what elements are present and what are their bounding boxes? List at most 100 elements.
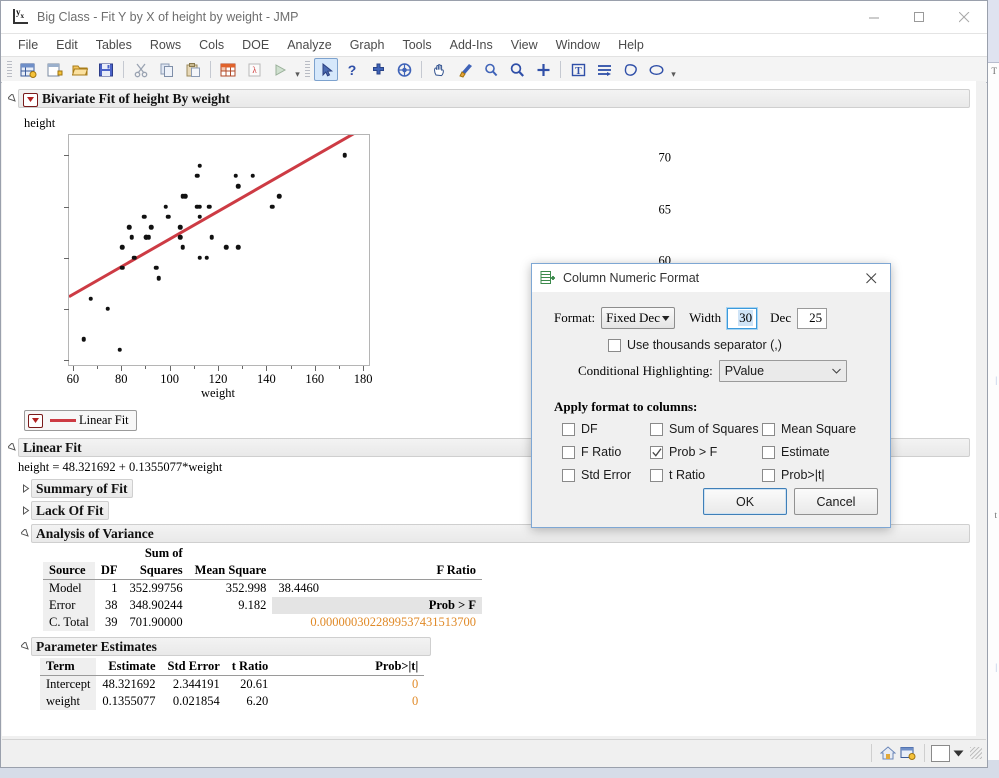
- toolbar-grip[interactable]: [7, 61, 12, 78]
- menu-tables[interactable]: Tables: [87, 36, 141, 54]
- data-point[interactable]: [182, 194, 188, 199]
- disclosure-triangle-closed-icon[interactable]: [20, 506, 31, 515]
- dec-input[interactable]: 25: [797, 307, 828, 329]
- estimate-checkbox[interactable]: [762, 445, 775, 459]
- legend-red-triangle-icon[interactable]: [28, 413, 43, 428]
- maximize-button[interactable]: [897, 1, 942, 33]
- data-point[interactable]: [194, 173, 200, 179]
- checkbox-prob-f[interactable]: Prob > F: [650, 445, 762, 459]
- menu-tools[interactable]: Tools: [393, 36, 440, 54]
- checkbox-f-ratio[interactable]: F Ratio: [562, 445, 650, 459]
- checkbox-mean-square[interactable]: Mean Square: [762, 422, 890, 436]
- menu-file[interactable]: File: [9, 36, 47, 54]
- data-point[interactable]: [178, 234, 183, 240]
- checkbox-std-error[interactable]: Std Error: [562, 468, 650, 482]
- minimize-button[interactable]: [852, 1, 897, 33]
- data-point[interactable]: [207, 204, 212, 209]
- toolbar-overflow-icon-2[interactable]: ▾: [669, 59, 678, 80]
- outline-bivariate-fit[interactable]: Bivariate Fit of height By weight: [7, 89, 970, 108]
- menu-analyze[interactable]: Analyze: [278, 36, 340, 54]
- cancel-button[interactable]: Cancel: [794, 488, 878, 515]
- checkbox-t-ratio[interactable]: t Ratio: [650, 468, 762, 482]
- std-error-checkbox[interactable]: [562, 468, 575, 482]
- disclosure-triangle-closed-icon[interactable]: [20, 484, 31, 493]
- data-point[interactable]: [119, 265, 125, 271]
- data-point[interactable]: [119, 245, 125, 250]
- data-point[interactable]: [197, 255, 202, 260]
- df-checkbox[interactable]: [562, 422, 575, 436]
- red-triangle-menu-icon[interactable]: [23, 92, 38, 107]
- outline-parameter-estimates[interactable]: Parameter Estimates: [20, 637, 970, 656]
- data-point[interactable]: [233, 173, 239, 179]
- data-point[interactable]: [236, 183, 241, 189]
- data-point[interactable]: [163, 204, 169, 209]
- linear-fit-legend[interactable]: Linear Fit: [24, 410, 137, 431]
- new-data-table-icon[interactable]: [16, 58, 40, 81]
- paste-icon[interactable]: [181, 58, 205, 81]
- close-icon[interactable]: [852, 264, 890, 292]
- disclosure-triangle-open-icon[interactable]: [7, 443, 18, 452]
- disclosure-triangle-open-icon[interactable]: [20, 529, 31, 538]
- data-point[interactable]: [105, 306, 110, 312]
- plot-area[interactable]: [64, 134, 370, 366]
- plus-icon[interactable]: [531, 58, 555, 81]
- data-point[interactable]: [141, 214, 147, 220]
- cut-icon[interactable]: [129, 58, 153, 81]
- pdf-export-icon[interactable]: λ: [242, 58, 266, 81]
- prob-t-checkbox[interactable]: [762, 468, 775, 482]
- data-table-icon[interactable]: [216, 58, 240, 81]
- checkbox-estimate[interactable]: Estimate: [762, 445, 890, 459]
- arrow-select-icon[interactable]: [314, 58, 338, 81]
- hand-pan-icon[interactable]: [427, 58, 451, 81]
- data-point[interactable]: [165, 214, 171, 220]
- resize-grip[interactable]: [970, 747, 982, 759]
- data-point[interactable]: [178, 224, 183, 230]
- menu-window[interactable]: Window: [547, 36, 609, 54]
- thousands-separator-checkbox[interactable]: [608, 338, 621, 352]
- close-button[interactable]: [942, 1, 987, 33]
- data-point[interactable]: [149, 224, 154, 230]
- lines-tool-icon[interactable]: [592, 58, 616, 81]
- save-icon[interactable]: [94, 58, 118, 81]
- checkbox-df[interactable]: DF: [562, 422, 650, 436]
- data-point[interactable]: [129, 234, 135, 240]
- magnifier-icon[interactable]: [479, 58, 503, 81]
- data-point[interactable]: [117, 347, 123, 352]
- data-point[interactable]: [127, 224, 132, 230]
- prob-f-checkbox[interactable]: [650, 445, 663, 459]
- data-point[interactable]: [156, 275, 161, 281]
- menu-view[interactable]: View: [502, 36, 547, 54]
- checkbox-prob-t[interactable]: Prob>|t|: [762, 468, 890, 482]
- run-script-icon[interactable]: [268, 58, 292, 81]
- disclosure-triangle-open-icon[interactable]: [20, 642, 31, 651]
- data-point[interactable]: [204, 255, 210, 260]
- sum-of-squares-checkbox[interactable]: [650, 422, 663, 436]
- new-window-icon[interactable]: [898, 744, 918, 762]
- data-point[interactable]: [277, 194, 282, 199]
- crosshair-icon[interactable]: [366, 58, 390, 81]
- data-point[interactable]: [224, 245, 229, 250]
- data-point[interactable]: [197, 204, 202, 209]
- new-script-icon[interactable]: [42, 58, 66, 81]
- polygon-tool-icon[interactable]: [618, 58, 642, 81]
- data-point[interactable]: [250, 173, 256, 179]
- data-point[interactable]: [342, 153, 348, 158]
- menu-help[interactable]: Help: [609, 36, 653, 54]
- data-point[interactable]: [88, 296, 94, 301]
- menu-edit[interactable]: Edit: [47, 36, 87, 54]
- format-dropdown[interactable]: Fixed Dec: [601, 307, 676, 329]
- data-point[interactable]: [153, 265, 159, 271]
- ok-button[interactable]: OK: [703, 488, 787, 515]
- data-point[interactable]: [236, 245, 241, 250]
- data-point[interactable]: [81, 337, 86, 342]
- toolbar-overflow-icon[interactable]: ▾: [293, 59, 302, 80]
- mean-square-checkbox[interactable]: [762, 422, 775, 436]
- text-tool-icon[interactable]: T: [566, 58, 590, 81]
- open-file-icon[interactable]: [68, 58, 92, 81]
- menu-doe[interactable]: DOE: [233, 36, 278, 54]
- data-point[interactable]: [144, 234, 149, 240]
- menu-cols[interactable]: Cols: [190, 36, 233, 54]
- disclosure-triangle-open-icon[interactable]: [7, 94, 18, 103]
- zoom-icon[interactable]: [505, 58, 529, 81]
- data-point[interactable]: [180, 245, 185, 250]
